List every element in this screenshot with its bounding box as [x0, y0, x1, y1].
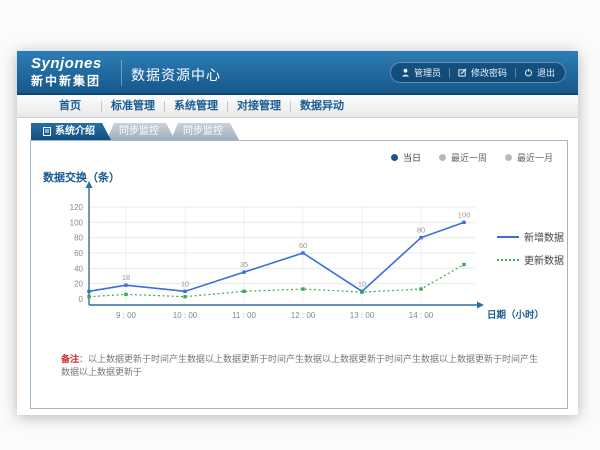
- svg-text:日期（小时）: 日期（小时）: [487, 309, 544, 321]
- header-divider: [121, 60, 122, 86]
- svg-text:60: 60: [74, 249, 83, 258]
- svg-text:60: 60: [299, 241, 307, 250]
- radio-label: 最近一周: [451, 151, 487, 164]
- svg-text:100: 100: [458, 210, 471, 219]
- radio-dot-icon: [439, 154, 446, 161]
- tab-label: 系统介绍: [55, 123, 95, 140]
- change-password-button[interactable]: 修改密码: [458, 66, 507, 79]
- legend-label: 更新数据: [524, 252, 564, 267]
- radio-label: 最近一月: [517, 151, 553, 164]
- power-icon: [524, 68, 533, 77]
- svg-text:0: 0: [79, 295, 84, 304]
- footnote-prefix: 备注: [61, 354, 79, 364]
- svg-text:20: 20: [74, 280, 83, 289]
- radio-dot-icon: [505, 154, 512, 161]
- svg-text:10: 10: [181, 279, 189, 288]
- svg-text:18: 18: [122, 273, 130, 282]
- main-nav: 首页标准管理系统管理对接管理数据异动: [17, 95, 578, 118]
- nav-item[interactable]: 数据异动: [291, 95, 353, 118]
- logo-text-cn: 新中新集团: [31, 73, 102, 89]
- legend-item: 新增数据: [497, 229, 564, 244]
- svg-text:10 : 00: 10 : 00: [173, 311, 198, 320]
- document-icon: [43, 127, 51, 136]
- nav-item[interactable]: 系统管理: [165, 95, 227, 118]
- radio-label: 当日: [403, 151, 421, 164]
- tab-active[interactable]: 系统介绍: [31, 123, 111, 140]
- tab-inactive[interactable]: 同步监控: [171, 123, 239, 140]
- logo: Synjones 新中新集团: [31, 55, 102, 89]
- svg-text:14 : 00: 14 : 00: [409, 311, 434, 320]
- tab-bar: 系统介绍 同步监控 同步监控: [31, 123, 235, 140]
- legend-line-sample: [497, 259, 519, 261]
- nav-item[interactable]: 对接管理: [228, 95, 290, 118]
- user-icon: [401, 68, 410, 77]
- legend-line-sample: [497, 236, 519, 238]
- svg-text:10: 10: [358, 279, 366, 288]
- user-toolbar: 管理员 修改密码 退出: [390, 62, 566, 83]
- svg-text:13 : 00: 13 : 00: [350, 311, 375, 320]
- svg-text:120: 120: [70, 203, 84, 212]
- change-password-label: 修改密码: [471, 66, 507, 79]
- footnote-text: ：以上数据更新于时间产生数据以上数据更新于时间产生数据以上数据更新于时间产生数据…: [61, 354, 538, 377]
- tab-label: 同步监控: [119, 123, 159, 140]
- svg-text:40: 40: [74, 264, 83, 273]
- footnote: 备注：以上数据更新于时间产生数据以上数据更新于时间产生数据以上数据更新于时间产生…: [61, 353, 541, 379]
- svg-text:11 : 00: 11 : 00: [232, 311, 256, 320]
- current-user-button[interactable]: 管理员: [401, 66, 441, 79]
- edit-icon: [458, 68, 467, 77]
- svg-text:80: 80: [417, 226, 425, 235]
- range-radio[interactable]: 当日: [391, 151, 421, 164]
- legend-label: 新增数据: [524, 229, 564, 244]
- svg-text:100: 100: [70, 218, 84, 227]
- logout-button[interactable]: 退出: [524, 66, 555, 79]
- radio-dot-icon: [391, 154, 398, 161]
- content-area: 系统介绍同步监控同步监控 当日最近一周最近一月 数据交换（条） 02040608…: [17, 118, 578, 412]
- svg-text:9 : 00: 9 : 00: [116, 311, 137, 320]
- chart-legend: 新增数据更新数据: [497, 229, 564, 275]
- chart-panel: 当日最近一周最近一月 数据交换（条） 0204060801001209 : 00…: [30, 140, 568, 409]
- svg-text:12 : 00: 12 : 00: [291, 311, 316, 320]
- tab-label: 同步监控: [183, 123, 223, 140]
- range-radio[interactable]: 最近一周: [439, 151, 487, 164]
- tab-inactive[interactable]: 同步监控: [107, 123, 175, 140]
- toolbar-separator: [515, 68, 516, 78]
- logo-text-en: Synjones: [31, 55, 102, 73]
- logout-label: 退出: [537, 66, 555, 79]
- toolbar-separator: [449, 68, 450, 78]
- range-filter-group: 当日 最近一周 最近一月: [391, 151, 553, 164]
- line-chart: 0 20 40 60 80 100 120 9 : 00 10 : 00 11 : 00 12 : …: [31, 179, 569, 337]
- header: Synjones 新中新集团 数据资源中心 管理员 修改密码 退出: [17, 51, 578, 95]
- nav-item[interactable]: 首页: [39, 95, 101, 118]
- legend-item: 更新数据: [497, 252, 564, 267]
- svg-text:35: 35: [240, 260, 248, 269]
- svg-text:80: 80: [74, 234, 83, 243]
- app-window: Synjones 新中新集团 数据资源中心 管理员 修改密码 退出 首页标准管理…: [17, 51, 578, 415]
- page-title: 数据资源中心: [131, 65, 221, 85]
- nav-item[interactable]: 标准管理: [102, 95, 164, 118]
- current-user-label: 管理员: [414, 66, 441, 79]
- range-radio[interactable]: 最近一月: [505, 151, 553, 164]
